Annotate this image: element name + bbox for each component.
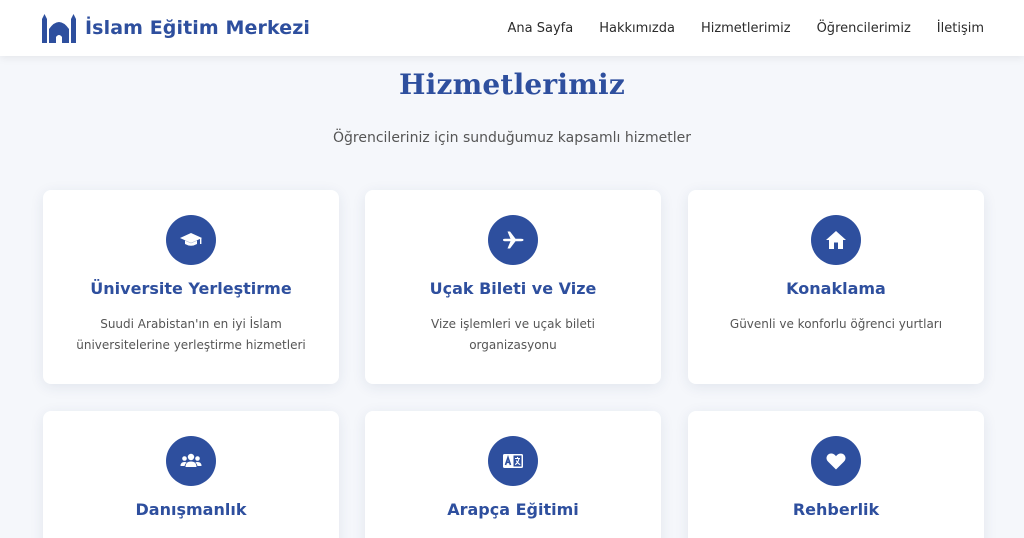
- service-description: Vize işlemleri ve uçak bileti organizasy…: [431, 317, 595, 352]
- service-card-arapca-egitimi[interactable]: Arapça Eğitimi: [365, 411, 661, 538]
- service-title: Rehberlik: [792, 500, 880, 519]
- nav-link-ogrencilerimiz[interactable]: Öğrencilerimiz: [817, 21, 911, 36]
- service-title: Uçak Bileti ve Vize: [429, 279, 597, 298]
- users-icon: [180, 453, 202, 467]
- nav-link-hakkimizda[interactable]: Hakkımızda: [599, 21, 675, 36]
- service-icon-badge: [488, 215, 538, 265]
- section-subtitle: Öğrencileriniz için sunduğumuz kapsamlı …: [333, 130, 691, 146]
- home-icon: [826, 231, 846, 249]
- language-icon: [503, 454, 523, 468]
- service-description: Güvenli ve konforlu öğrenci yurtları: [729, 317, 943, 331]
- nav-link-hizmetlerimiz[interactable]: Hizmetlerimiz: [701, 21, 791, 36]
- service-card-ucak-bileti-ve-vize[interactable]: Uçak Bileti ve Vize Vize işlemleri ve uç…: [365, 190, 661, 384]
- service-icon-badge: [811, 215, 861, 265]
- service-card-konaklama[interactable]: Konaklama Güvenli ve konforlu öğrenci yu…: [688, 190, 984, 384]
- service-icon-badge: [166, 215, 216, 265]
- navbar: İslam Eğitim Merkezi Ana Sayfa Hakkımızd…: [0, 0, 1024, 56]
- service-icon-badge: [166, 436, 216, 486]
- nav-link-iletisim[interactable]: İletişim: [937, 21, 984, 36]
- brand-name: İslam Eğitim Merkezi: [85, 17, 310, 39]
- nav-link-ana-sayfa[interactable]: Ana Sayfa: [508, 21, 574, 36]
- service-icon-badge: [488, 436, 538, 486]
- service-title: Konaklama: [786, 279, 886, 298]
- service-title: Arapça Eğitimi: [447, 500, 579, 519]
- service-description: Suudi Arabistan'ın en iyi İslam üniversi…: [76, 317, 306, 352]
- service-card-rehberlik[interactable]: Rehberlik: [688, 411, 984, 538]
- service-card-universite-yerlestirme[interactable]: Üniversite Yerleştirme Suudi Arabistan'ı…: [43, 190, 339, 384]
- graduation-cap-icon: [180, 233, 202, 246]
- service-card-danismanlik[interactable]: Danışmanlık: [43, 411, 339, 538]
- service-title: Üniversite Yerleştirme: [90, 279, 292, 298]
- brand-link[interactable]: İslam Eğitim Merkezi: [42, 13, 310, 43]
- section-title: Hizmetlerimiz: [399, 68, 625, 101]
- heart-icon: [826, 453, 846, 470]
- service-icon-badge: [811, 436, 861, 486]
- mosque-icon: [42, 14, 76, 43]
- main-nav: Ana Sayfa Hakkımızda Hizmetlerimiz Öğren…: [482, 0, 984, 56]
- service-title: Danışmanlık: [135, 500, 247, 519]
- plane-icon: [503, 231, 524, 249]
